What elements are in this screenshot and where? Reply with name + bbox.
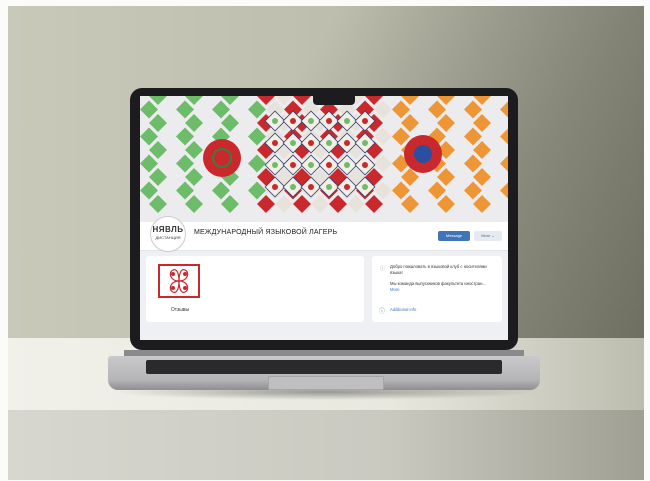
more-link[interactable]: More [390,287,400,292]
shelf-front [8,410,644,480]
logo-text-top: НЯВЛЬ [152,225,184,234]
community-avatar[interactable]: НЯВЛЬ ДИСТАНЦИЯ [150,216,186,252]
info-card: ⓘ Добро пожаловать в языковой клуб с нос… [372,256,502,322]
additional-info-icon: ⓘ [379,309,386,315]
description-text: Мы команда выпускников факультета иностр… [390,281,496,293]
info-icon: ⓘ [380,266,386,272]
community-cover-image [140,96,508,222]
reviews-clover-icon[interactable] [158,264,200,298]
keyboard [146,360,502,374]
reviews-label[interactable]: Отзывы [160,307,200,313]
message-button[interactable]: Message [438,231,470,241]
community-name: МЕЖДУНАРОДНЫЙ ЯЗЫКОВОЙ ЛАГЕРЬ [194,229,338,236]
camera-notch [313,96,355,105]
welcome-text: Добро пожаловать в языковой клуб с носит… [390,264,487,275]
reviews-card: Отзывы [146,256,364,322]
more-button[interactable]: More ⌄ [474,231,502,241]
laptop-screen: НЯВЛЬ ДИСТАНЦИЯ МЕЖДУНАРОДНЫЙ ЯЗЫКОВОЙ Л… [140,96,508,340]
additional-info-link[interactable]: Additional info [390,307,416,312]
community-header: НЯВЛЬ ДИСТАНЦИЯ МЕЖДУНАРОДНЫЙ ЯЗЫКОВОЙ Л… [140,216,508,252]
trackpad [268,376,384,390]
description-body: Мы команда выпускников факультета иностр… [390,281,486,286]
logo-text-bottom: ДИСТАНЦИЯ [155,235,181,240]
cover-pattern [140,96,508,222]
